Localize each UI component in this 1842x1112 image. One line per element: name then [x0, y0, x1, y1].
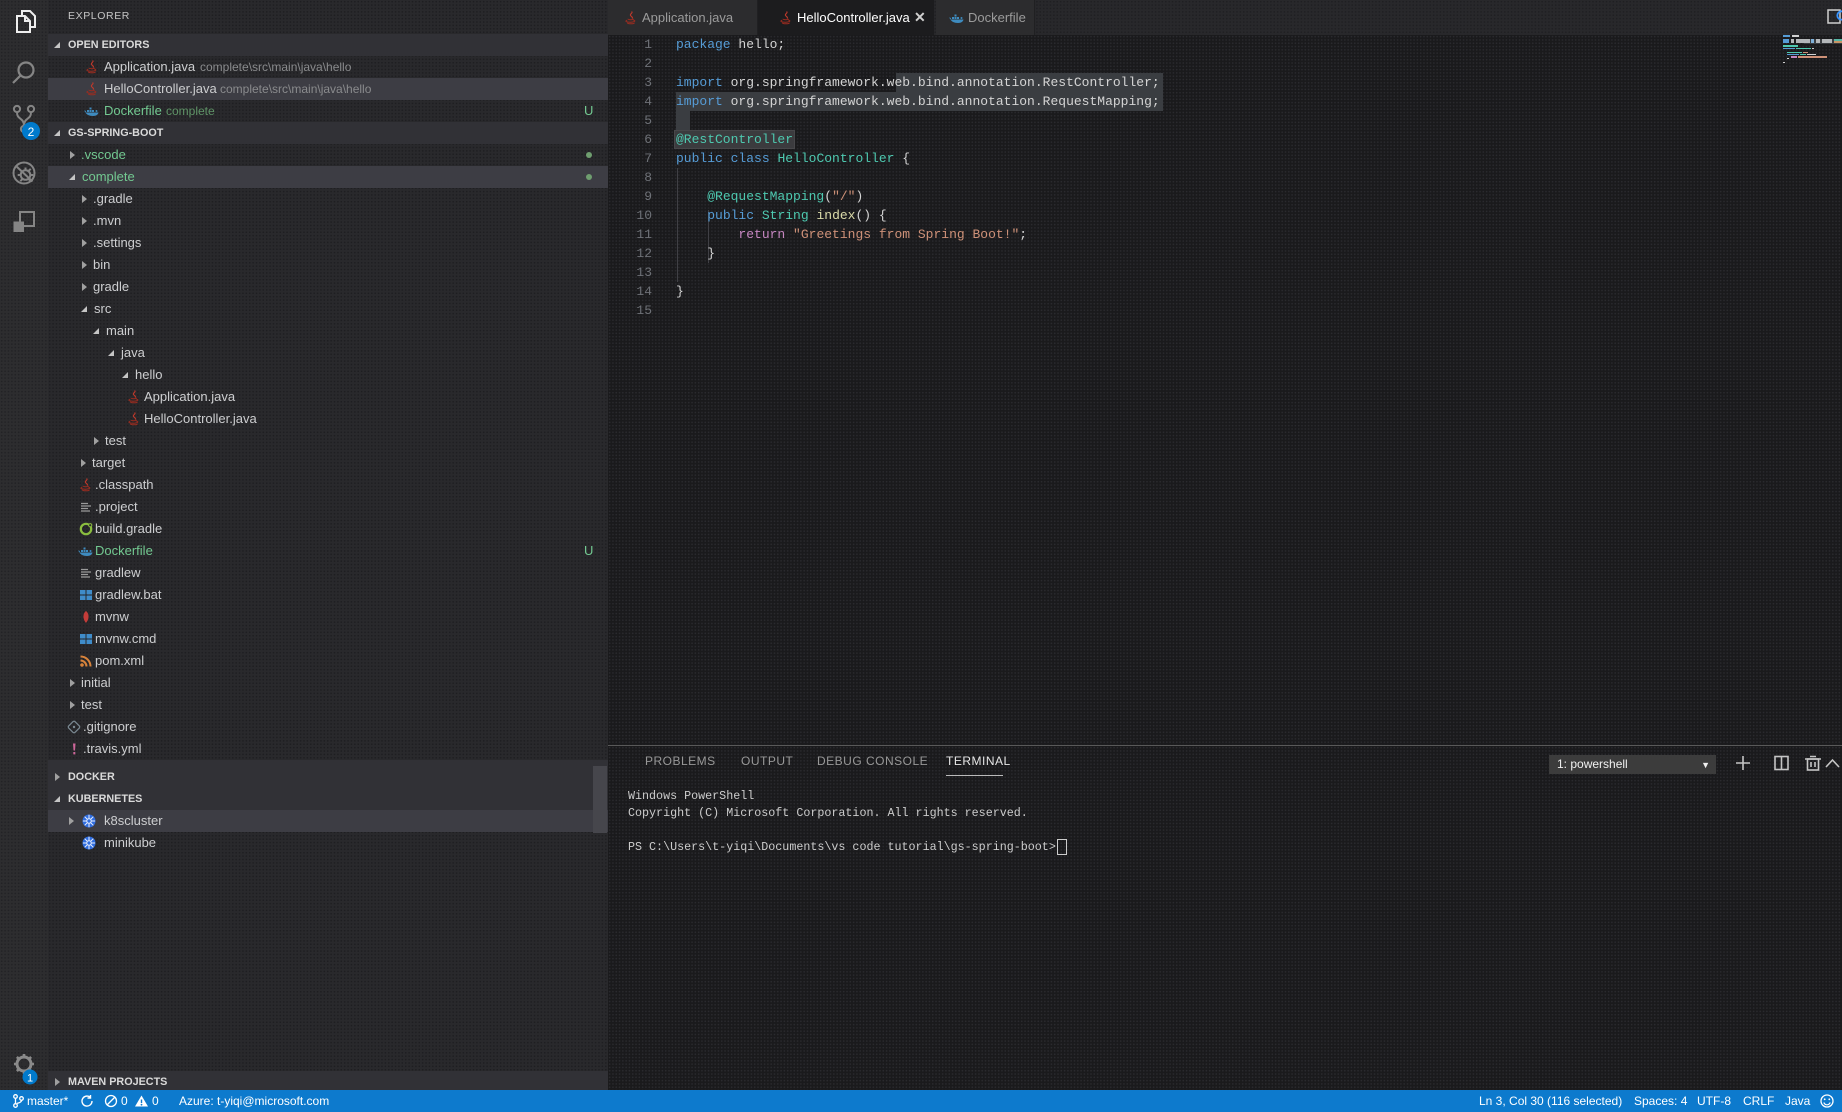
svg-text:1: 1	[27, 1073, 33, 1085]
svg-text:2: 2	[28, 125, 35, 139]
